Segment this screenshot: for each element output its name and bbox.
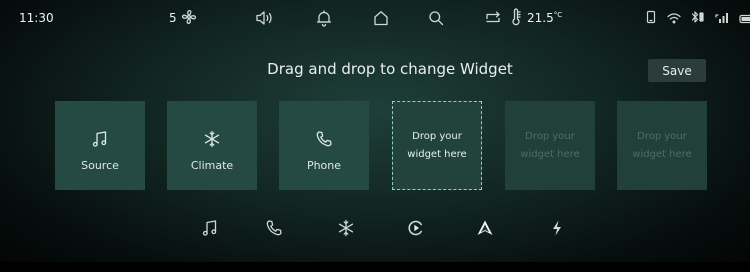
- wifi-icon: [667, 9, 681, 28]
- bell-icon[interactable]: [316, 0, 332, 36]
- drop-zone[interactable]: Drop your widget here: [505, 101, 595, 190]
- drop-zone-line2: widget here: [520, 148, 580, 160]
- fan-speed-control[interactable]: 5: [169, 0, 197, 36]
- dock-play-circle-icon[interactable]: [401, 214, 431, 242]
- save-button[interactable]: Save: [648, 59, 706, 82]
- drop-zone-line2: widget here: [632, 148, 692, 160]
- dock-phone-icon[interactable]: [259, 214, 289, 242]
- snowflake-icon: [203, 129, 221, 149]
- bottom-edge: [0, 262, 750, 272]
- fan-speed-value: 5: [169, 11, 177, 25]
- repeat-icon[interactable]: [484, 0, 502, 36]
- temperature-unit: °C: [553, 11, 563, 19]
- dock-lightning-icon[interactable]: [542, 214, 572, 242]
- clock: 11:30: [19, 11, 54, 25]
- widget-label: Climate: [190, 159, 234, 172]
- widget-climate[interactable]: Climate: [167, 101, 257, 190]
- widget-source[interactable]: Source: [55, 101, 145, 190]
- music-note-icon: [91, 129, 109, 149]
- drop-zone-line2: widget here: [407, 148, 467, 160]
- widget-label: Phone: [306, 159, 342, 172]
- drop-zone[interactable]: Drop your widget here: [617, 101, 707, 190]
- phone-icon: [315, 129, 333, 149]
- home-icon[interactable]: [373, 0, 389, 36]
- search-icon[interactable]: [428, 0, 444, 36]
- dock-snowflake-icon[interactable]: [331, 214, 361, 242]
- signal-icon: [715, 9, 729, 28]
- drop-zone-line1: Drop your: [412, 130, 462, 142]
- temperature-value: 21.5: [527, 11, 554, 25]
- volume-icon[interactable]: [255, 0, 275, 36]
- dock-music-note-icon[interactable]: [195, 214, 225, 242]
- page-title: Drag and drop to change Widget: [267, 60, 513, 78]
- drop-zone-line1: Drop your: [637, 130, 687, 142]
- status-bar: 11:30 5 21.5°C: [0, 0, 750, 36]
- fan-icon: [181, 9, 197, 28]
- thermometer-icon: [511, 7, 521, 29]
- bluetooth-icon: [691, 9, 705, 28]
- phone-status-icon: [645, 9, 657, 28]
- temperature-display: 21.5°C: [511, 0, 562, 36]
- widget-label: Source: [81, 159, 119, 172]
- system-tray: [645, 0, 750, 36]
- dock-navigation-arrow-icon[interactable]: [470, 214, 500, 242]
- widget-phone[interactable]: Phone: [279, 101, 369, 190]
- battery-icon: [739, 9, 750, 28]
- drop-zone-active[interactable]: Drop your widget here: [392, 101, 482, 190]
- widget-editor-screen: 11:30 5 21.5°C Drag and drop to change W…: [0, 0, 750, 272]
- drop-zone-line1: Drop your: [525, 130, 575, 142]
